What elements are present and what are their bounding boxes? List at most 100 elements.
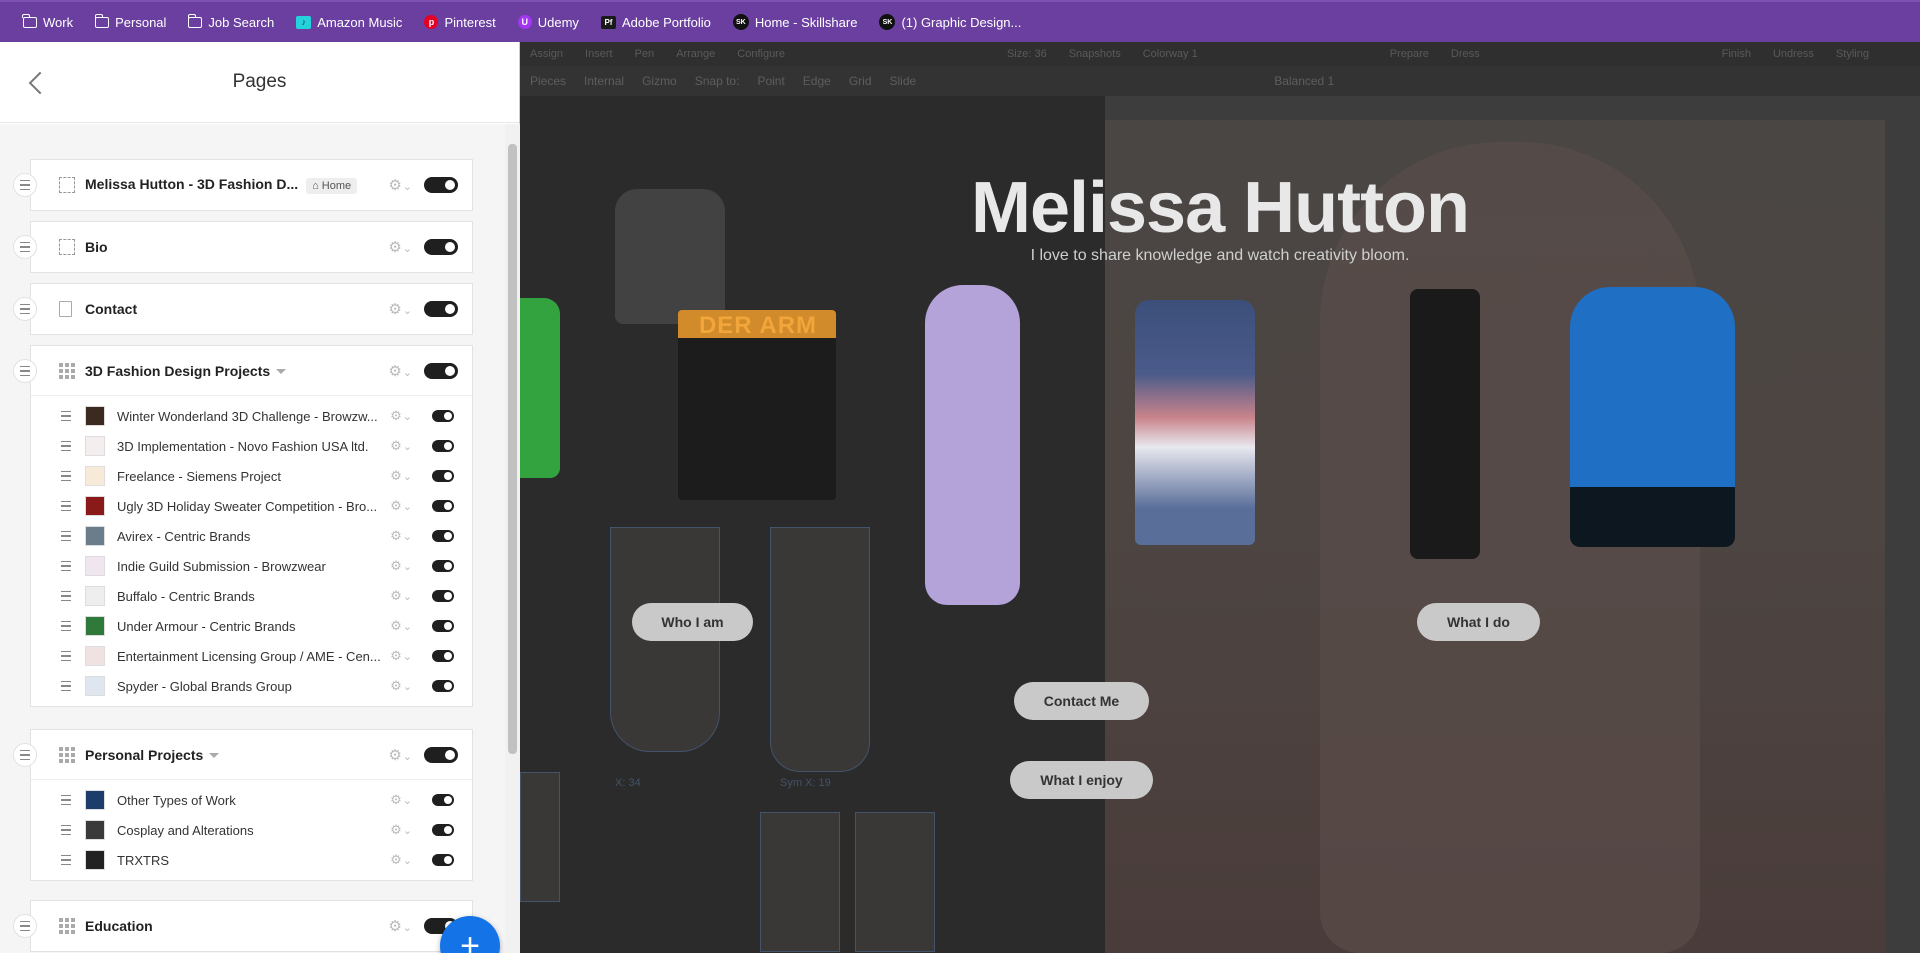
- project-item[interactable]: Under Armour - Centric Brands ⚙: [31, 611, 472, 641]
- settings-gear-icon[interactable]: ⚙: [390, 822, 412, 838]
- drag-handle-icon[interactable]: [13, 914, 37, 938]
- settings-gear-icon[interactable]: ⚙: [390, 468, 412, 484]
- settings-gear-icon[interactable]: ⚙: [388, 176, 412, 194]
- project-item[interactable]: 3D Implementation - Novo Fashion USA ltd…: [31, 431, 472, 461]
- pinterest-icon: p: [424, 15, 439, 29]
- expand-caret-icon[interactable]: [276, 369, 287, 375]
- visibility-toggle[interactable]: [432, 500, 454, 512]
- settings-gear-icon[interactable]: ⚙: [390, 648, 412, 664]
- drag-handle-icon[interactable]: [61, 619, 71, 633]
- settings-gear-icon[interactable]: ⚙: [390, 588, 412, 604]
- drag-handle-icon[interactable]: [13, 173, 37, 197]
- visibility-toggle[interactable]: [432, 680, 454, 692]
- drag-handle-icon[interactable]: [61, 409, 71, 423]
- project-thumbnail: [85, 850, 105, 870]
- visibility-toggle[interactable]: [424, 362, 458, 379]
- project-item[interactable]: Freelance - Siemens Project ⚙: [31, 461, 472, 491]
- project-item[interactable]: Other Types of Work ⚙: [31, 785, 472, 815]
- visibility-toggle[interactable]: [424, 746, 458, 763]
- drag-handle-icon[interactable]: [61, 793, 71, 807]
- expand-caret-icon[interactable]: [209, 753, 220, 759]
- contact-me-button[interactable]: Contact Me: [1014, 682, 1149, 720]
- bookmark-job-search[interactable]: Job Search: [177, 2, 285, 42]
- visibility-toggle[interactable]: [424, 301, 458, 317]
- settings-gear-icon[interactable]: ⚙: [388, 362, 412, 380]
- gallery-page-item[interactable]: 3D Fashion Design Projects ⚙ Winter Wond…: [13, 345, 473, 707]
- drag-handle-icon[interactable]: [61, 559, 71, 573]
- settings-gear-icon[interactable]: ⚙: [390, 618, 412, 634]
- settings-gear-icon[interactable]: ⚙: [390, 528, 412, 544]
- drag-handle-icon[interactable]: [61, 439, 71, 453]
- drag-handle-icon[interactable]: [61, 529, 71, 543]
- bookmark-skillshare-home[interactable]: SK Home - Skillshare: [722, 2, 869, 42]
- project-thumbnail: [85, 526, 105, 546]
- bookmark-udemy[interactable]: U Udemy: [507, 2, 590, 42]
- visibility-toggle[interactable]: [424, 177, 458, 193]
- page-item[interactable]: Education ⚙: [13, 900, 473, 952]
- project-item[interactable]: Indie Guild Submission - Browzwear ⚙: [31, 551, 472, 581]
- project-item[interactable]: TRXTRS ⚙: [31, 845, 472, 875]
- visibility-toggle[interactable]: [432, 650, 454, 662]
- settings-gear-icon[interactable]: ⚙: [390, 852, 412, 868]
- drag-handle-icon[interactable]: [61, 469, 71, 483]
- visibility-toggle[interactable]: [432, 620, 454, 632]
- settings-gear-icon[interactable]: ⚙: [388, 746, 412, 764]
- bookmark-personal[interactable]: Personal: [84, 2, 177, 42]
- project-item[interactable]: Cosplay and Alterations ⚙: [31, 815, 472, 845]
- page-item[interactable]: Contact ⚙: [13, 283, 473, 335]
- what-i-enjoy-button[interactable]: What I enjoy: [1010, 761, 1153, 799]
- visibility-toggle[interactable]: [432, 794, 454, 806]
- visibility-toggle[interactable]: [432, 410, 454, 422]
- what-i-do-button[interactable]: What I do: [1417, 603, 1540, 641]
- who-i-am-button[interactable]: Who I am: [632, 603, 753, 641]
- settings-gear-icon[interactable]: ⚙: [388, 917, 412, 935]
- visibility-toggle[interactable]: [432, 560, 454, 572]
- page-item[interactable]: Bio ⚙: [13, 221, 473, 273]
- panel-scrollbar[interactable]: [505, 124, 520, 953]
- drag-handle-icon[interactable]: [13, 359, 37, 383]
- settings-gear-icon[interactable]: ⚙: [390, 558, 412, 574]
- visibility-toggle[interactable]: [432, 824, 454, 836]
- drag-handle-icon[interactable]: [13, 743, 37, 767]
- bookmark-amazon-music[interactable]: ♪ Amazon Music: [285, 2, 413, 42]
- drag-handle-icon[interactable]: [61, 853, 71, 867]
- bookmark-work[interactable]: Work: [12, 2, 84, 42]
- project-thumbnail: [85, 436, 105, 456]
- settings-gear-icon[interactable]: ⚙: [388, 238, 412, 256]
- bookmark-graphic-design[interactable]: SK (1) Graphic Design...: [868, 2, 1032, 42]
- visibility-toggle[interactable]: [432, 590, 454, 602]
- page-item[interactable]: Melissa Hutton - 3D Fashion D... ⌂ Home ⚙: [13, 159, 473, 211]
- page-title: Contact: [85, 301, 138, 317]
- back-chevron-icon[interactable]: [26, 70, 48, 96]
- drag-handle-icon[interactable]: [61, 499, 71, 513]
- settings-gear-icon[interactable]: ⚙: [390, 438, 412, 454]
- bookmark-pinterest[interactable]: p Pinterest: [413, 2, 506, 42]
- project-title: Indie Guild Submission - Browzwear: [117, 558, 326, 574]
- visibility-toggle[interactable]: [424, 239, 458, 255]
- drag-handle-icon[interactable]: [61, 679, 71, 693]
- visibility-toggle[interactable]: [432, 470, 454, 482]
- project-item[interactable]: Buffalo - Centric Brands ⚙: [31, 581, 472, 611]
- visibility-toggle[interactable]: [432, 440, 454, 452]
- drag-handle-icon[interactable]: [61, 823, 71, 837]
- settings-gear-icon[interactable]: ⚙: [390, 498, 412, 514]
- project-item[interactable]: Ugly 3D Holiday Sweater Competition - Br…: [31, 491, 472, 521]
- project-item[interactable]: Avirex - Centric Brands ⚙: [31, 521, 472, 551]
- visibility-toggle[interactable]: [432, 530, 454, 542]
- project-item[interactable]: Winter Wonderland 3D Challenge - Browzw.…: [31, 401, 472, 431]
- drag-handle-icon[interactable]: [61, 589, 71, 603]
- bookmark-adobe-portfolio[interactable]: Pf Adobe Portfolio: [590, 2, 722, 42]
- visibility-toggle[interactable]: [432, 854, 454, 866]
- drag-handle-icon[interactable]: [13, 235, 37, 259]
- settings-gear-icon[interactable]: ⚙: [390, 792, 412, 808]
- robe-garment: [925, 285, 1020, 605]
- settings-gear-icon[interactable]: ⚙: [388, 300, 412, 318]
- settings-gear-icon[interactable]: ⚙: [390, 408, 412, 424]
- drag-handle-icon[interactable]: [13, 297, 37, 321]
- gallery-page-item[interactable]: Personal Projects ⚙ Other Types of Work ⚙…: [13, 729, 473, 881]
- drag-handle-icon[interactable]: [61, 649, 71, 663]
- project-item[interactable]: Spyder - Global Brands Group ⚙: [31, 671, 472, 701]
- settings-gear-icon[interactable]: ⚙: [390, 678, 412, 694]
- scrollbar-thumb[interactable]: [508, 144, 517, 754]
- project-item[interactable]: Entertainment Licensing Group / AME - Ce…: [31, 641, 472, 671]
